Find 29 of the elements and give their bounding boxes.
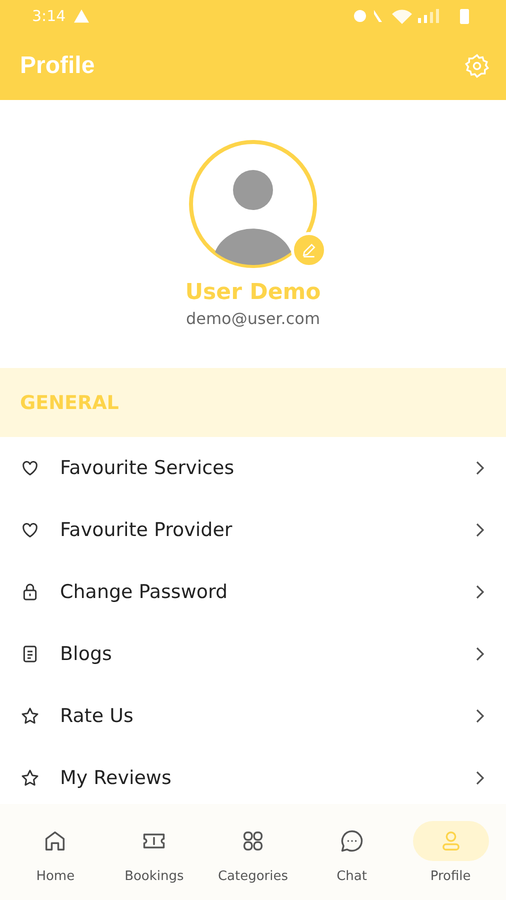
nav-tab[interactable]: Bookings <box>106 820 202 884</box>
nav-tab[interactable]: Home <box>7 820 104 884</box>
warning-icon <box>74 9 89 23</box>
chevron-right-icon <box>474 646 486 662</box>
chevron-right-icon <box>474 522 486 538</box>
user-email: demo@user.com <box>186 309 320 328</box>
star-icon <box>20 768 40 788</box>
nav-tab[interactable]: Chat <box>304 820 400 884</box>
chat-icon <box>338 828 365 854</box>
heart-icon <box>20 520 40 540</box>
menu-item[interactable]: Favourite Services <box>0 437 506 499</box>
menu-item[interactable]: My Reviews <box>0 747 506 804</box>
user-name: User Demo <box>185 280 321 305</box>
star-icon <box>20 706 40 726</box>
page-title: Profile <box>20 52 95 80</box>
pencil-icon <box>301 242 317 258</box>
nav-tab[interactable]: Categories <box>204 820 301 884</box>
chevron-right-icon <box>474 708 486 724</box>
status-time: 3:14 <box>32 7 66 25</box>
menu-item[interactable]: Blogs <box>0 623 506 685</box>
chevron-right-icon <box>474 584 486 600</box>
section-title: GENERAL <box>20 392 119 414</box>
chevron-right-icon <box>474 460 486 476</box>
menu-item[interactable]: Rate Us <box>0 685 506 747</box>
settings-icon[interactable] <box>464 53 490 79</box>
menu-item[interactable]: Change Password <box>0 561 506 623</box>
heart-icon <box>20 458 40 478</box>
chevron-right-icon <box>474 770 486 786</box>
menu-item[interactable]: Favourite Provider <box>0 499 506 561</box>
